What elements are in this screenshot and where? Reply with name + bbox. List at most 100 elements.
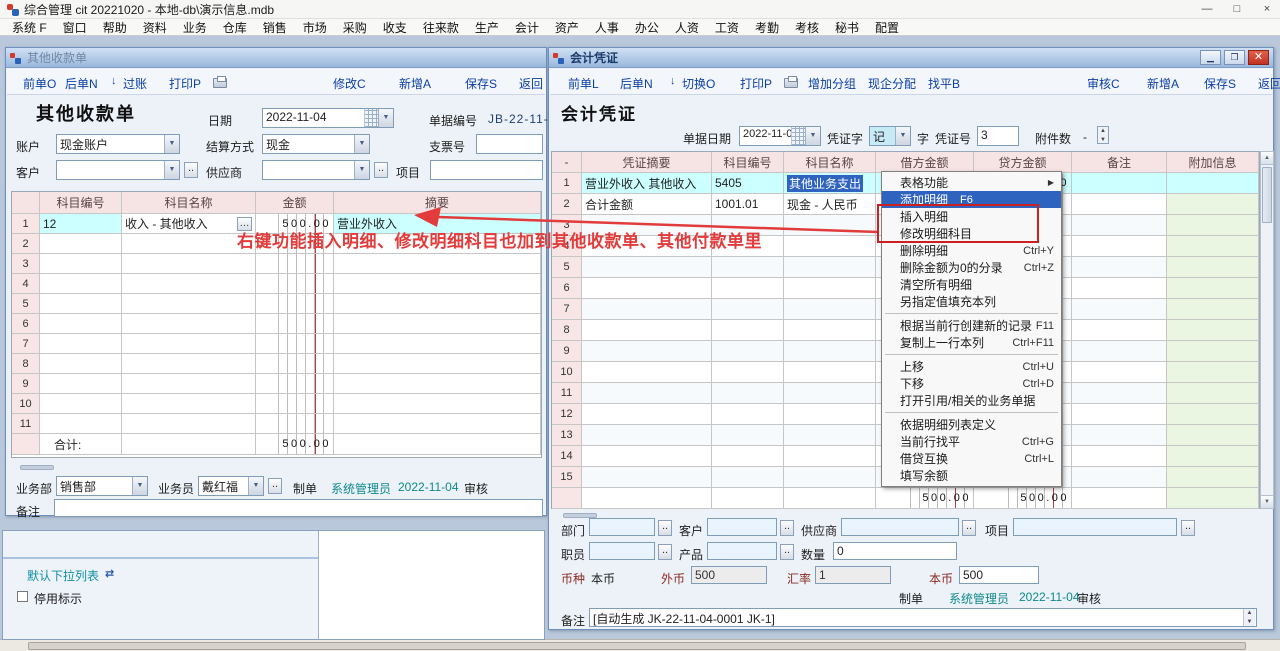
voucher-window-titlebar[interactable]: 会计凭证 ▁ ❐ ✕ <box>549 48 1273 68</box>
table-cell[interactable] <box>1072 446 1167 466</box>
table-cell[interactable]: 14 <box>552 446 582 466</box>
table-cell[interactable] <box>582 383 712 403</box>
customer-lookup-button[interactable]: .. <box>184 162 198 178</box>
table-row[interactable]: 3 <box>12 254 541 274</box>
table-cell[interactable] <box>712 320 784 340</box>
table-cell[interactable]: 4 <box>12 274 40 293</box>
table-header-row[interactable]: 科目编号科目名称金额摘要 <box>12 192 541 214</box>
table-cell[interactable] <box>1072 236 1167 256</box>
table-total-row[interactable]: 合计:500.00 <box>12 434 541 455</box>
table-cell[interactable]: 7 <box>12 334 40 353</box>
table-cell[interactable] <box>334 274 541 293</box>
chevron-down-icon[interactable]: ▼ <box>895 127 910 145</box>
context-menu-item[interactable]: 根据当前行创建新的记录F11 <box>882 317 1061 334</box>
table-cell[interactable] <box>334 294 541 313</box>
table-cell[interactable]: 6 <box>12 314 40 333</box>
table-cell[interactable] <box>256 354 334 373</box>
table-cell[interactable]: 8 <box>12 354 40 373</box>
chevron-down-icon[interactable]: ▼ <box>132 477 147 495</box>
column-header[interactable]: 附加信息 <box>1167 152 1259 172</box>
edit-button[interactable]: 修改C <box>333 75 366 92</box>
return-button[interactable]: 返回 <box>1258 75 1280 92</box>
staff-lookup-button[interactable]: .. <box>658 544 672 560</box>
menu-item-办公[interactable]: 办公 <box>627 19 667 36</box>
table-cell[interactable] <box>334 394 541 413</box>
table-cell[interactable] <box>1167 383 1259 403</box>
table-cell[interactable]: 10 <box>552 362 582 382</box>
supplier-input[interactable] <box>841 518 959 536</box>
table-cell[interactable] <box>1072 404 1167 424</box>
menu-item-业务[interactable]: 业务 <box>175 19 215 36</box>
horizontal-scrollbar[interactable] <box>0 639 1280 651</box>
table-cell[interactable]: 500.00 <box>974 488 1072 508</box>
scroll-down-icon[interactable]: ▼ <box>1261 495 1273 508</box>
context-menu-item[interactable]: 填写余额 <box>882 467 1061 484</box>
table-cell[interactable]: 9 <box>12 374 40 393</box>
window-close-icon[interactable]: ✕ <box>1248 50 1269 65</box>
table-cell[interactable] <box>1167 194 1259 214</box>
save-button[interactable]: 保存S <box>465 75 497 92</box>
print-button[interactable]: 打印P <box>740 75 772 92</box>
table-cell[interactable] <box>712 467 784 487</box>
table-row[interactable]: 4 <box>12 274 541 294</box>
table-cell[interactable] <box>712 446 784 466</box>
table-cell[interactable] <box>256 274 334 293</box>
table-cell[interactable]: 合计金额 <box>582 194 712 214</box>
project-lookup-button[interactable]: .. <box>1181 520 1195 536</box>
next-doc-button[interactable]: 后单N <box>620 75 653 92</box>
chevron-down-icon[interactable]: ▼ <box>354 135 369 153</box>
column-header[interactable] <box>12 192 40 213</box>
audit-button[interactable]: 审核C <box>1087 75 1120 92</box>
table-cell[interactable] <box>1167 404 1259 424</box>
table-cell[interactable]: 7 <box>552 299 582 319</box>
table-cell[interactable] <box>122 434 256 454</box>
table-cell[interactable] <box>1167 341 1259 361</box>
table-cell[interactable] <box>582 467 712 487</box>
menu-item-采购[interactable]: 采购 <box>335 19 375 36</box>
context-menu-item[interactable]: 依据明细列表定义 <box>882 416 1061 433</box>
table-cell[interactable] <box>334 314 541 333</box>
table-cell[interactable] <box>122 274 256 293</box>
minimize-icon[interactable]: — <box>1200 3 1214 15</box>
context-menu-item[interactable]: 清空所有明细 <box>882 276 1061 293</box>
table-cell[interactable] <box>1072 467 1167 487</box>
table-cell[interactable] <box>122 314 256 333</box>
table-cell[interactable] <box>256 414 334 433</box>
table-cell[interactable] <box>40 254 122 273</box>
table-cell[interactable]: 5 <box>12 294 40 313</box>
table-cell[interactable] <box>1072 194 1167 214</box>
table-cell[interactable]: 1001.01 <box>712 194 784 214</box>
scrollbar-thumb[interactable] <box>1262 167 1272 223</box>
cheque-input[interactable] <box>476 134 543 154</box>
table-cell[interactable] <box>122 374 256 393</box>
table-cell[interactable] <box>334 434 541 454</box>
account-select[interactable]: 现金账户 ▼ <box>56 134 180 154</box>
prev-doc-button[interactable]: 前单L <box>568 75 599 92</box>
table-cell[interactable] <box>1167 467 1259 487</box>
remark-input[interactable]: [自动生成 JK-22-11-04-0001 JK-1] ▲▼ <box>589 608 1257 627</box>
printer-icon[interactable] <box>213 78 227 88</box>
context-menu-item[interactable]: 另指定值填充本列 <box>882 293 1061 310</box>
table-cell[interactable] <box>582 425 712 445</box>
table-cell[interactable] <box>582 362 712 382</box>
table-cell[interactable] <box>334 354 541 373</box>
table-cell[interactable] <box>784 299 876 319</box>
column-header[interactable]: 科目编号 <box>40 192 122 213</box>
table-cell[interactable]: 500.00 <box>876 488 974 508</box>
save-button[interactable]: 保存S <box>1204 75 1236 92</box>
table-cell[interactable] <box>784 404 876 424</box>
table-cell[interactable] <box>1167 215 1259 235</box>
column-header[interactable]: 借方金额 <box>876 152 974 172</box>
menu-item-人事[interactable]: 人事 <box>587 19 627 36</box>
context-menu-item[interactable]: 借贷互换Ctrl+L <box>882 450 1061 467</box>
table-cell[interactable] <box>1167 173 1259 193</box>
project-input[interactable] <box>1013 518 1177 536</box>
chevron-down-icon[interactable]: ▼ <box>354 161 369 179</box>
table-cell[interactable] <box>712 362 784 382</box>
foreign-input[interactable]: 500 <box>691 566 767 584</box>
table-row[interactable]: 11 <box>12 414 541 434</box>
context-menu-item[interactable]: 复制上一行本列Ctrl+F11 <box>882 334 1061 351</box>
context-menu-item[interactable]: 当前行找平Ctrl+G <box>882 433 1061 450</box>
table-cell[interactable] <box>712 278 784 298</box>
table-cell[interactable] <box>784 236 876 256</box>
